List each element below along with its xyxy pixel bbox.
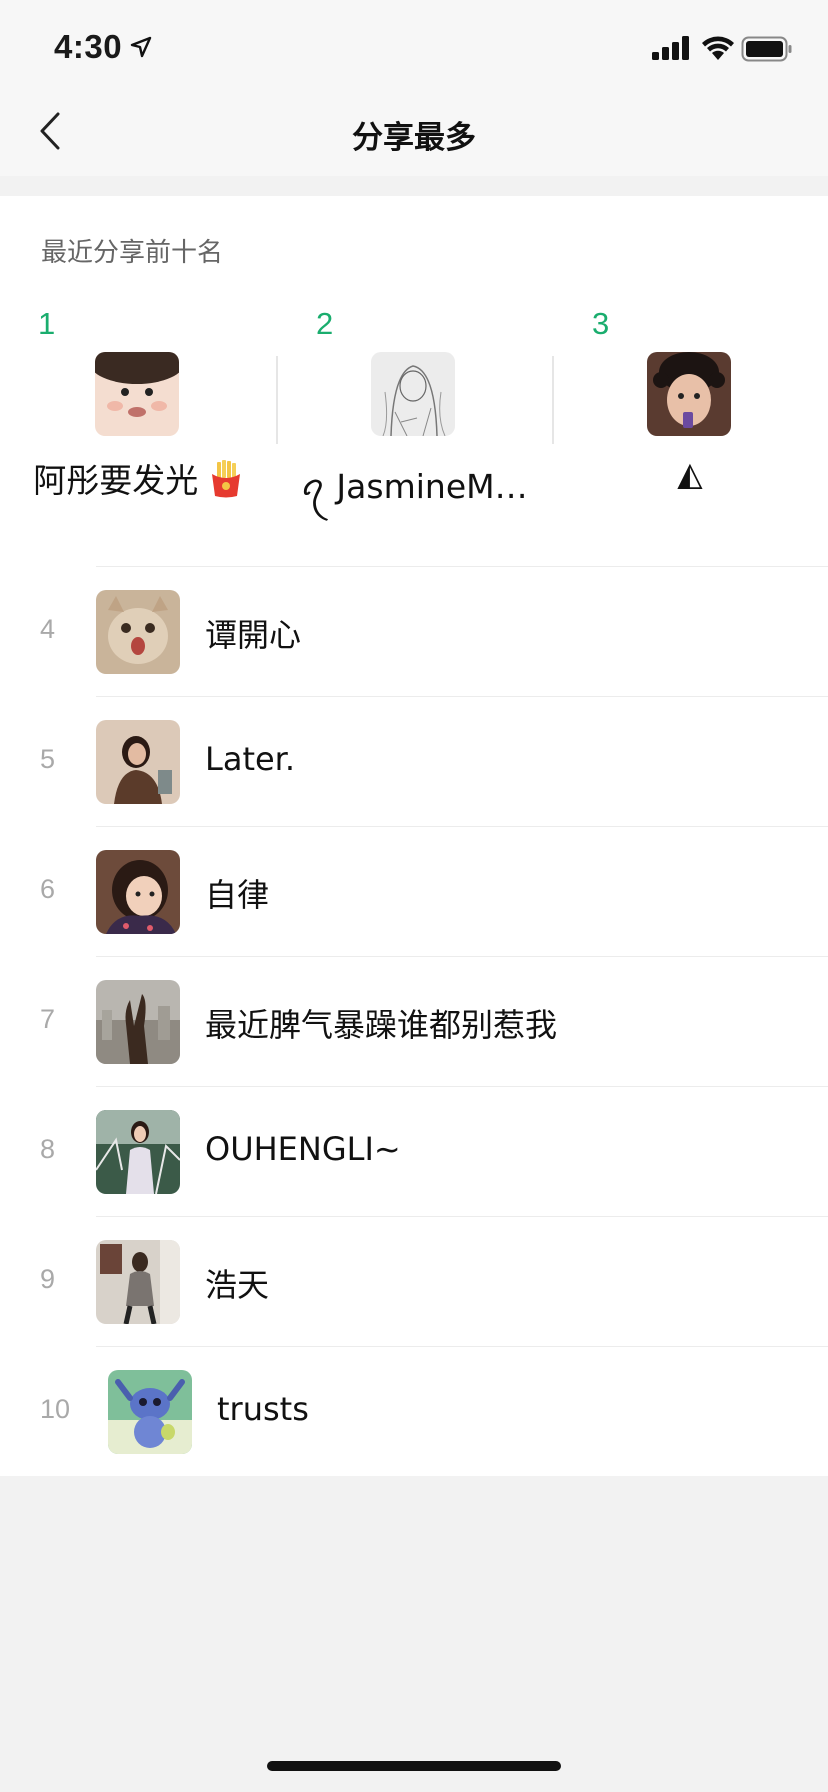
row-divider — [96, 1346, 828, 1347]
rank-number: 2 — [316, 306, 334, 341]
user-name: OUHENGLI~ — [205, 1130, 401, 1168]
rank-number: 6 — [40, 874, 56, 904]
user-name: Later. — [205, 740, 296, 778]
list-item[interactable]: 9 浩天 — [0, 1216, 828, 1346]
location-arrow-icon — [130, 36, 152, 58]
avatar — [96, 590, 180, 674]
nav-bar: 分享最多 — [0, 90, 828, 176]
avatar — [108, 1370, 192, 1454]
rank-number: 3 — [592, 306, 610, 341]
avatar — [96, 1110, 180, 1194]
wifi-icon — [702, 36, 734, 60]
french-fries-icon — [211, 460, 240, 498]
avatar — [96, 1240, 180, 1324]
podium-name: ◭ — [677, 454, 703, 493]
page-title: 分享最多 — [352, 120, 476, 156]
row-divider — [96, 566, 828, 567]
list-item[interactable]: 4 谭開心 — [0, 566, 828, 696]
list-item[interactable]: 8 OUHENGLI~ — [0, 1086, 828, 1216]
row-divider — [96, 696, 828, 697]
avatar — [96, 720, 180, 804]
user-name: 浩天 — [205, 1266, 270, 1304]
rank-number: 8 — [40, 1134, 56, 1164]
avatar — [96, 980, 180, 1064]
row-divider — [96, 1086, 828, 1087]
list-item[interactable]: 5 Later. — [0, 696, 828, 826]
podium-item-1[interactable]: 1 阿彤要发光 — [0, 306, 276, 500]
section-title: 最近分享前十名 — [41, 238, 224, 268]
status-bar: 4:30 — [0, 0, 828, 90]
avatar — [96, 850, 180, 934]
row-divider — [96, 826, 828, 827]
podium-item-3[interactable]: 3 ◭ — [552, 306, 828, 493]
podium-item-2[interactable]: 2 ꪖ JasmineM… — [276, 306, 552, 506]
rank-number: 5 — [40, 744, 56, 774]
ranking-panel: 最近分享前十名 1 阿彤要发光 2 ꪖ JasmineM… 3 ◭ 4 谭開心 … — [0, 196, 828, 1476]
rank-number: 9 — [40, 1264, 56, 1294]
avatar — [95, 352, 179, 436]
home-indicator[interactable] — [267, 1761, 561, 1771]
battery-icon — [741, 36, 792, 62]
user-name: 谭開心 — [205, 616, 302, 654]
row-divider — [96, 956, 828, 957]
list-item[interactable]: 7 最近脾气暴躁谁都别惹我 — [0, 956, 828, 1086]
rank-number: 4 — [40, 614, 56, 644]
rank-number: 7 — [40, 1004, 56, 1034]
status-time: 4:30 — [54, 28, 123, 65]
list-item[interactable]: 6 自律 — [0, 826, 828, 956]
avatar — [371, 352, 455, 436]
podium-name: 阿彤要发光 — [33, 461, 199, 500]
avatar — [647, 352, 731, 436]
user-name: trusts — [217, 1390, 309, 1428]
user-name: 最近脾气暴躁谁都别惹我 — [205, 1006, 558, 1044]
ranking-list: 4 谭開心 5 Later. 6 自律 7 最近脾气暴躁谁都别惹我 8 OUHE… — [0, 566, 828, 1476]
row-divider — [96, 1216, 828, 1217]
rank-number: 10 — [40, 1394, 71, 1424]
user-name: 自律 — [205, 876, 270, 914]
cellular-signal-icon — [652, 36, 689, 60]
podium-name: ꪖ JasmineM… — [300, 467, 528, 506]
list-item[interactable]: 10 trusts — [0, 1346, 828, 1476]
rank-number: 1 — [38, 306, 56, 341]
